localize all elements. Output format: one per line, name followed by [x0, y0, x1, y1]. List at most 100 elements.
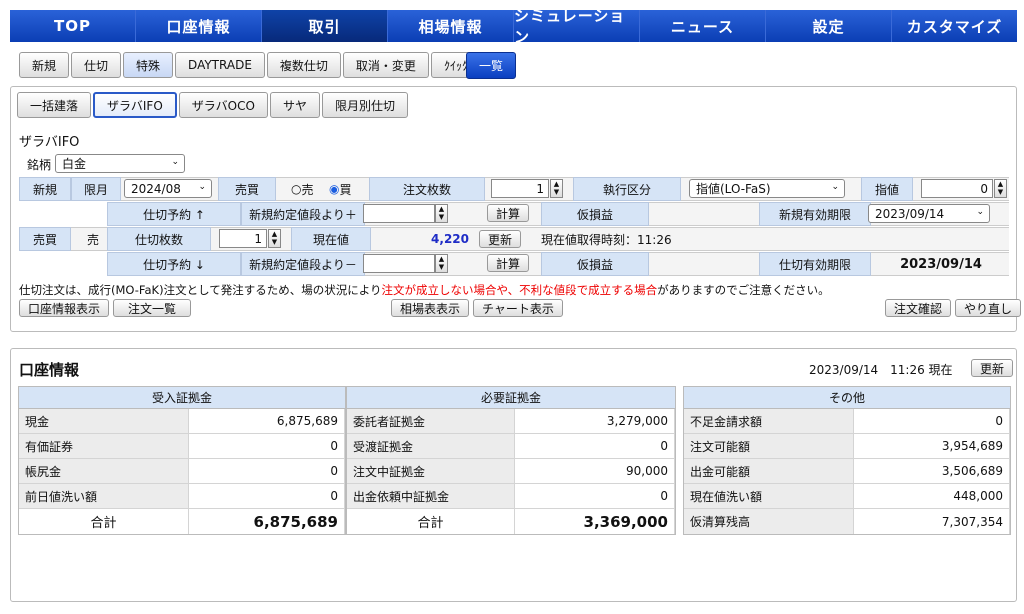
subtab-daytrade[interactable]: DAYTRADE [175, 52, 265, 78]
table-row: 出金依頼中証拠金 0 [347, 484, 675, 509]
other-header: その他 [684, 387, 1010, 409]
brand-label: 銘柄 [27, 158, 52, 172]
chevron-down-icon: ⌄ [198, 182, 206, 192]
row-label: 有価証券 [19, 434, 189, 458]
total-row: 合計 3,369,000 [347, 509, 675, 534]
tab-zaraba-ifo[interactable]: ザラバIFO [93, 92, 177, 118]
brand-value: 白金 [62, 157, 87, 171]
chart-button[interactable]: チャート表示 [473, 299, 563, 317]
limit-input[interactable]: 0 [921, 179, 993, 198]
qty-input[interactable]: 1 [491, 179, 549, 198]
close-qty-input[interactable]: 1 [219, 229, 267, 248]
other-table: その他 不足金請求額 0 注文可能額 3,954,689 出金可能額 3,506,68… [683, 386, 1011, 535]
qty-stepper[interactable]: ▲ ▼ [550, 179, 563, 198]
price-plus-label: 新規約定値段より＋ [241, 202, 365, 226]
side-label: 売買 [218, 177, 276, 201]
reserve-down-label: 仕切予約 ↓ [107, 252, 241, 276]
price-minus-input[interactable] [363, 254, 435, 273]
table-row: 帳尻金 0 [19, 459, 345, 484]
top-navigation: TOP 口座情報 取引 相場情報 シミュレーション ニュース 設定 カスタマイズ [10, 7, 1017, 46]
new-expiry-label: 新規有効期限 [759, 202, 871, 226]
row-value: 3,954,689 [854, 434, 1010, 458]
nav-simulation[interactable]: シミュレーション [514, 7, 640, 46]
row-value: 448,000 [854, 484, 1010, 508]
row-value: 0 [515, 484, 675, 508]
price-minus-stepper[interactable]: ▲ ▼ [435, 254, 448, 273]
pl-label-up: 仮損益 [541, 202, 649, 226]
account-title: 口座情報 [19, 361, 80, 379]
reserve-up-label: 仕切予約 ↑ [107, 202, 241, 226]
subtab-cancel-modify[interactable]: 取消・変更 [342, 52, 429, 78]
table-row: 注文可能額 3,954,689 [684, 434, 1010, 459]
table-row: 仮清算残高 7,307,354 [684, 509, 1010, 534]
list-button[interactable]: 一覧 [466, 52, 516, 79]
total-label: 合計 [19, 509, 189, 534]
calc-button-down[interactable]: 計算 [487, 254, 530, 272]
radio-unchecked-icon: ○ [291, 182, 302, 196]
subtab-multi-close[interactable]: 複数仕切 [266, 52, 341, 78]
tab-bulk[interactable]: 一括建落 [17, 92, 92, 118]
close-qty-stepper[interactable]: ▲ ▼ [268, 229, 281, 248]
row-label: 不足金請求額 [684, 409, 854, 433]
exec-select[interactable]: 指値(LO-FaS) ⌄ [689, 179, 845, 198]
subtab-close[interactable]: 仕切 [71, 52, 122, 78]
radio-buy[interactable]: ◉ 買 [329, 177, 352, 201]
notice-text-warning: 注文が成立しない場合や、不利な値段で成立する場合 [381, 283, 658, 297]
nav-account-info[interactable]: 口座情報 [136, 10, 262, 42]
radio-sell[interactable]: ○ 売 [291, 177, 314, 201]
nav-settings[interactable]: 設定 [766, 10, 892, 42]
nav-trade[interactable]: 取引 [262, 10, 388, 42]
nav-customize[interactable]: カスタマイズ [892, 10, 1017, 42]
price-plus-stepper[interactable]: ▲ ▼ [435, 204, 448, 223]
order-type-tabs: 一括建落 ザラバIFO ザラバOCO サヤ 限月別仕切 [17, 92, 408, 118]
nav-news[interactable]: ニュース [640, 10, 766, 42]
radio-buy-label: 買 [339, 182, 352, 197]
trade-subtabs: 新規 仕切 特殊 DAYTRADE 複数仕切 取消・変更 ｸｲｯｸ [19, 52, 481, 78]
required-margin-header: 必要証拠金 [347, 387, 675, 409]
radio-sell-label: 売 [301, 182, 314, 197]
row-value: 0 [189, 459, 345, 483]
row-label: 注文中証拠金 [347, 459, 515, 483]
table-row: 委託者証拠金 3,279,000 [347, 409, 675, 434]
price-refresh-button[interactable]: 更新 [479, 230, 522, 248]
price-plus-input[interactable] [363, 204, 435, 223]
tab-month-close[interactable]: 限月別仕切 [321, 92, 408, 118]
reset-button[interactable]: やり直し [955, 299, 1022, 317]
brand-select[interactable]: 白金 ⌄ [55, 154, 185, 173]
new-expiry-select[interactable]: 2023/09/14 ⌄ [868, 204, 990, 223]
order-notice: 仕切注文は、成行(MO-FaK)注文として発注するため、場の状況により注文が成立… [19, 282, 830, 298]
tab-zaraba-oco[interactable]: ザラバOCO [178, 92, 268, 118]
current-price-value: 4,220 [431, 232, 469, 246]
row-label: 受渡証拠金 [347, 434, 515, 458]
month-value: 2024/08 [131, 181, 181, 196]
row-label: 前日値洗い額 [19, 484, 189, 508]
nav-top[interactable]: TOP [10, 10, 136, 42]
calc-button-up[interactable]: 計算 [487, 204, 530, 222]
row-value: 7,307,354 [854, 509, 1010, 534]
total-value: 6,875,689 [189, 509, 345, 534]
table-row: 前日値洗い額 0 [19, 484, 345, 509]
account-refresh-button[interactable]: 更新 [971, 359, 1014, 377]
tab-spread[interactable]: サヤ [269, 92, 320, 118]
nav-market-info[interactable]: 相場情報 [388, 10, 514, 42]
row-value: 3,506,689 [854, 459, 1010, 483]
account-info-button[interactable]: 口座情報表示 [19, 299, 110, 317]
table-row: 注文中証拠金 90,000 [347, 459, 675, 484]
subtab-special[interactable]: 特殊 [123, 52, 174, 78]
qty-label: 注文枚数 [369, 177, 485, 201]
row-label: 現金 [19, 409, 189, 433]
table-row: 不足金請求額 0 [684, 409, 1010, 434]
exec-value: 指値(LO-FaS) [696, 182, 771, 196]
order-list-button[interactable]: 注文一覧 [113, 299, 191, 317]
month-select[interactable]: 2024/08 ⌄ [124, 179, 212, 198]
table-row: 出金可能額 3,506,689 [684, 459, 1010, 484]
form-title: ザラバIFO [19, 135, 80, 150]
limit-stepper[interactable]: ▲ ▼ [994, 179, 1007, 198]
notice-text-c: がありますのでご注意ください。 [657, 283, 830, 297]
subtab-new[interactable]: 新規 [19, 52, 70, 78]
row-label: 委託者証拠金 [347, 409, 515, 433]
account-timestamp: 2023/09/14 11:26 現在 [809, 363, 953, 377]
order-confirm-button[interactable]: 注文確認 [885, 299, 952, 317]
quote-table-button[interactable]: 相場表表示 [391, 299, 470, 317]
notice-text-a: 仕切注文は、成行(MO-FaK)注文として発注するため、場の状況により [19, 283, 382, 297]
